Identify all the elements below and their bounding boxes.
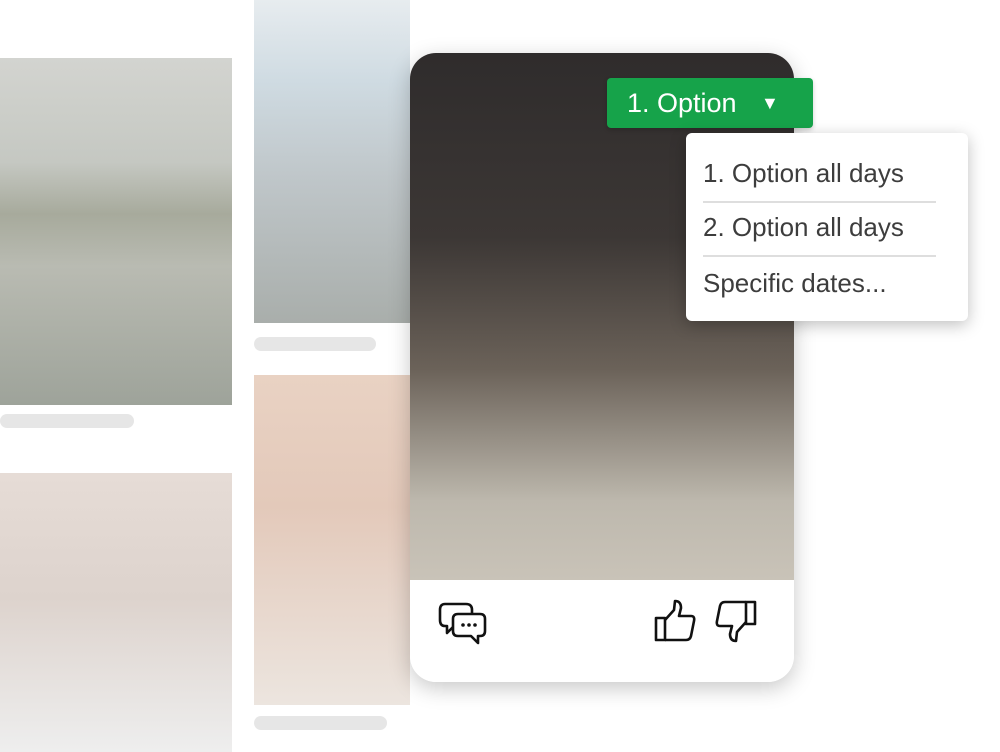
thumbs-up-icon[interactable] [653,598,697,644]
dropdown-selected-label: 1. Option [627,88,737,118]
grid-photo-man-with-hoodie[interactable] [254,375,410,705]
menu-item-specific-dates[interactable]: Specific dates... [703,255,936,311]
card-action-bar [410,580,794,682]
speech-bubbles-icon[interactable] [438,600,488,646]
caret-down-icon: ▼ [761,93,779,113]
grid-photo-man-orange-hair[interactable] [0,473,232,752]
caption-placeholder-bar [254,716,387,730]
caption-placeholder-bar [254,337,376,351]
option-dropdown-button[interactable]: 1. Option ▼ [607,78,813,128]
caption-placeholder-bar [0,414,134,428]
menu-item-option-2[interactable]: 2. Option all days [703,199,936,257]
menu-item-option-1[interactable]: 1. Option all days [703,145,936,203]
option-dropdown-menu: 1. Option all days 2. Option all days Sp… [686,133,968,321]
grid-photo-man-in-beanie[interactable] [254,0,410,323]
grid-photo-smiling-man[interactable] [0,58,232,405]
thumbs-down-icon[interactable] [714,598,758,644]
